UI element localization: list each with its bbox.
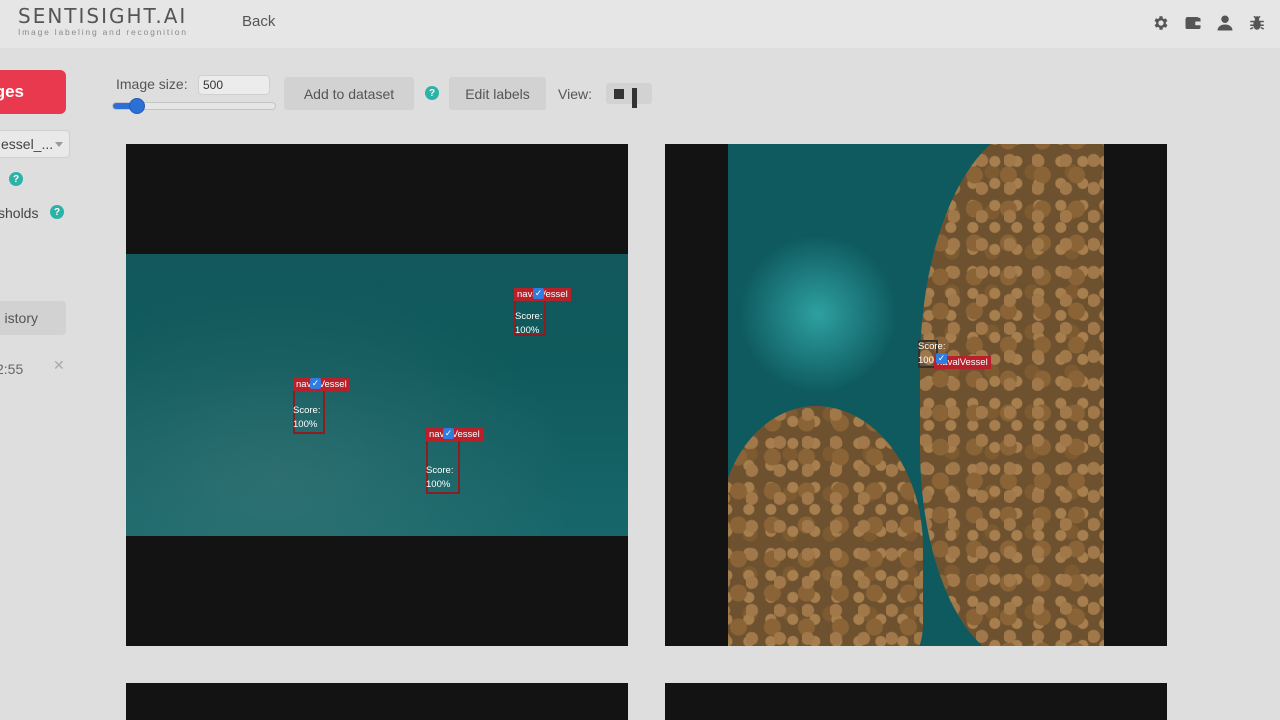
- back-link[interactable]: Back: [242, 13, 275, 30]
- check-icon[interactable]: ✓: [936, 353, 947, 364]
- thresholds-label[interactable]: sholds: [0, 205, 38, 221]
- check-icon[interactable]: ✓: [443, 428, 454, 439]
- image-size-input[interactable]: [198, 75, 270, 95]
- logo-title: SENTISIGHT.AI: [18, 4, 188, 28]
- upload-images-button[interactable]: ges: [0, 70, 66, 114]
- result-image-1[interactable]: navalVessel ✓ Score: 100% navalVessel ✓ …: [126, 144, 628, 646]
- thresholds-help-icon[interactable]: ?: [50, 205, 64, 219]
- model-select[interactable]: essel_...: [0, 130, 70, 158]
- wallet-icon[interactable]: [1184, 14, 1202, 32]
- logo-subtitle: Image labeling and recognition: [18, 27, 188, 37]
- score-text: Score: 100%: [426, 465, 454, 490]
- close-icon[interactable]: ✕: [53, 357, 65, 374]
- result-image-4[interactable]: [665, 683, 1167, 720]
- add-to-dataset-button[interactable]: Add to dataset: [284, 77, 414, 110]
- single-view-icon[interactable]: [614, 88, 624, 99]
- image-size-slider[interactable]: [112, 98, 276, 114]
- check-icon[interactable]: ✓: [533, 288, 544, 299]
- bug-icon[interactable]: [1248, 14, 1266, 32]
- score-text: Score: 100%: [515, 311, 543, 336]
- score-text: Score: 100%: [293, 405, 321, 430]
- header-icons: [1152, 14, 1266, 32]
- image-size-label: Image size:: [116, 76, 188, 92]
- aerial-photo: [728, 144, 1104, 646]
- result-image-2[interactable]: Score: 100% navalVessel ✓: [665, 144, 1167, 646]
- detection-label: navalVessel: [293, 378, 350, 391]
- result-image-3[interactable]: [126, 683, 628, 720]
- slider-thumb[interactable]: [129, 98, 146, 114]
- check-icon[interactable]: ✓: [310, 378, 321, 389]
- detection-label: navalVessel: [426, 428, 483, 441]
- top-bar: SENTISIGHT.AI Image labeling and recogni…: [0, 0, 1280, 48]
- view-toggle: [606, 83, 652, 108]
- view-label: View:: [558, 86, 592, 102]
- user-icon[interactable]: [1216, 14, 1234, 32]
- model-select-value: essel_...: [1, 136, 54, 152]
- edit-labels-button[interactable]: Edit labels: [449, 77, 546, 110]
- history-button[interactable]: istory: [0, 301, 66, 335]
- gear-icon[interactable]: [1152, 14, 1170, 32]
- add-to-dataset-help-icon[interactable]: ?: [425, 86, 439, 100]
- logo[interactable]: SENTISIGHT.AI Image labeling and recogni…: [18, 4, 188, 37]
- chevron-down-icon: [55, 142, 63, 147]
- history-entry[interactable]: 2:55: [0, 361, 23, 377]
- grid-view-icon[interactable]: [632, 87, 644, 108]
- help-icon[interactable]: ?: [9, 172, 23, 186]
